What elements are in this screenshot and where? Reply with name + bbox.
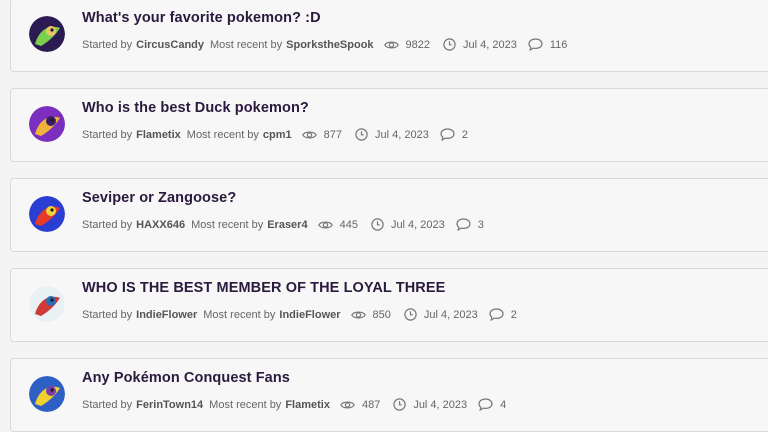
clock-icon	[393, 398, 413, 411]
views-stat: 850	[350, 308, 391, 321]
thread-meta: Started by Flametix Most recent by cpm1 877 J…	[82, 128, 468, 141]
started-by-label: Started by	[82, 38, 133, 51]
comments-stat: 116	[528, 38, 568, 51]
comments-count: 3	[477, 218, 484, 231]
user-avatar[interactable]	[29, 376, 65, 412]
thread-title[interactable]: Who is the best Duck pokemon?	[82, 100, 309, 116]
comments-stat: 2	[440, 128, 468, 141]
clock-icon	[371, 218, 391, 231]
comments-count: 4	[500, 398, 507, 411]
views-count: 877	[323, 128, 343, 141]
user-avatar[interactable]	[29, 106, 65, 142]
user-avatar[interactable]	[29, 286, 65, 322]
date-stat: Jul 4, 2023	[393, 398, 467, 411]
views-count: 850	[372, 308, 391, 321]
thread-meta: Started by FerinTown14 Most recent by Flame…	[82, 398, 506, 411]
date-stat: Jul 4, 2023	[371, 218, 445, 231]
comments-count: 2	[461, 128, 468, 141]
eye-icon	[340, 400, 362, 410]
thread-meta: Started by CircusCandy Most recent by Spork…	[82, 38, 567, 51]
clock-icon	[443, 38, 463, 51]
eye-icon	[317, 220, 340, 230]
thread-row[interactable]: Who is the best Duck pokemon? Started by F…	[10, 88, 768, 162]
starter-username[interactable]: HAXX646	[136, 219, 185, 231]
comments-stat: 4	[478, 398, 506, 411]
views-count: 445	[339, 218, 358, 231]
starter-username[interactable]: IndieFlower	[136, 309, 197, 321]
starter-username[interactable]: Flametix	[136, 129, 181, 141]
most-recent-by-label: Most recent by	[203, 308, 276, 321]
last-post-date: Jul 4, 2023	[463, 38, 517, 51]
most-recent-by-label: Most recent by	[210, 38, 283, 51]
thread-meta: Started by IndieFlower Most recent by Indie…	[82, 308, 517, 321]
last-post-date: Jul 4, 2023	[375, 128, 429, 141]
date-stat: Jul 4, 2023	[355, 128, 429, 141]
most-recent-by-label: Most recent by	[209, 398, 282, 411]
user-avatar[interactable]	[29, 196, 65, 232]
comment-bubble-icon	[440, 128, 462, 141]
views-stat: 9822	[383, 38, 431, 51]
started-by-label: Started by	[82, 128, 133, 141]
comment-bubble-icon	[478, 398, 500, 411]
thread-title[interactable]: WHO IS THE BEST MEMBER OF THE LOYAL THRE…	[82, 280, 445, 296]
thread-title[interactable]: Seviper or Zangoose?	[82, 190, 236, 206]
thread-title[interactable]: What's your favorite pokemon? :D	[82, 10, 321, 26]
user-avatar[interactable]	[29, 16, 65, 52]
date-stat: Jul 4, 2023	[443, 38, 517, 51]
views-count: 487	[361, 398, 381, 411]
thread-row[interactable]: WHO IS THE BEST MEMBER OF THE LOYAL THRE…	[10, 268, 768, 342]
starter-username[interactable]: CircusCandy	[136, 39, 204, 51]
views-stat: 445	[317, 218, 358, 231]
eye-icon	[301, 130, 324, 140]
thread-row[interactable]: What's your favorite pokemon? :D Started …	[10, 0, 768, 72]
thread-row[interactable]: Any Pokémon Conquest Fans Started by Ferin…	[10, 358, 768, 432]
started-by-label: Started by	[82, 308, 133, 321]
clock-icon	[355, 128, 375, 141]
recent-username[interactable]: SporkstheSpook	[286, 39, 373, 51]
views-stat: 877	[301, 128, 343, 141]
comments-count: 116	[549, 38, 568, 51]
starter-username[interactable]: FerinTown14	[136, 399, 203, 411]
clock-icon	[404, 308, 424, 321]
recent-username[interactable]: IndieFlower	[279, 309, 340, 321]
last-post-date: Jul 4, 2023	[413, 398, 468, 411]
eye-icon	[383, 40, 406, 50]
comment-bubble-icon	[528, 38, 550, 51]
comments-stat: 2	[489, 308, 517, 321]
views-count: 9822	[405, 38, 431, 51]
comment-bubble-icon	[456, 218, 478, 231]
eye-icon	[350, 310, 373, 320]
comments-count: 2	[510, 308, 517, 321]
last-post-date: Jul 4, 2023	[423, 308, 478, 321]
comments-stat: 3	[456, 218, 484, 231]
thread-title[interactable]: Any Pokémon Conquest Fans	[82, 370, 290, 386]
thread-row[interactable]: Seviper or Zangoose? Started by HAXX646 Mos…	[10, 178, 768, 252]
recent-username[interactable]: Flametix	[285, 399, 330, 411]
comment-bubble-icon	[489, 308, 511, 321]
thread-meta: Started by HAXX646 Most recent by Eraser4 44…	[82, 218, 484, 231]
most-recent-by-label: Most recent by	[186, 128, 259, 141]
started-by-label: Started by	[82, 218, 133, 231]
most-recent-by-label: Most recent by	[191, 218, 264, 231]
date-stat: Jul 4, 2023	[404, 308, 478, 321]
recent-username[interactable]: Eraser4	[267, 219, 307, 231]
views-stat: 487	[340, 399, 380, 411]
recent-username[interactable]: cpm1	[263, 129, 292, 141]
last-post-date: Jul 4, 2023	[390, 218, 445, 231]
started-by-label: Started by	[82, 398, 133, 411]
